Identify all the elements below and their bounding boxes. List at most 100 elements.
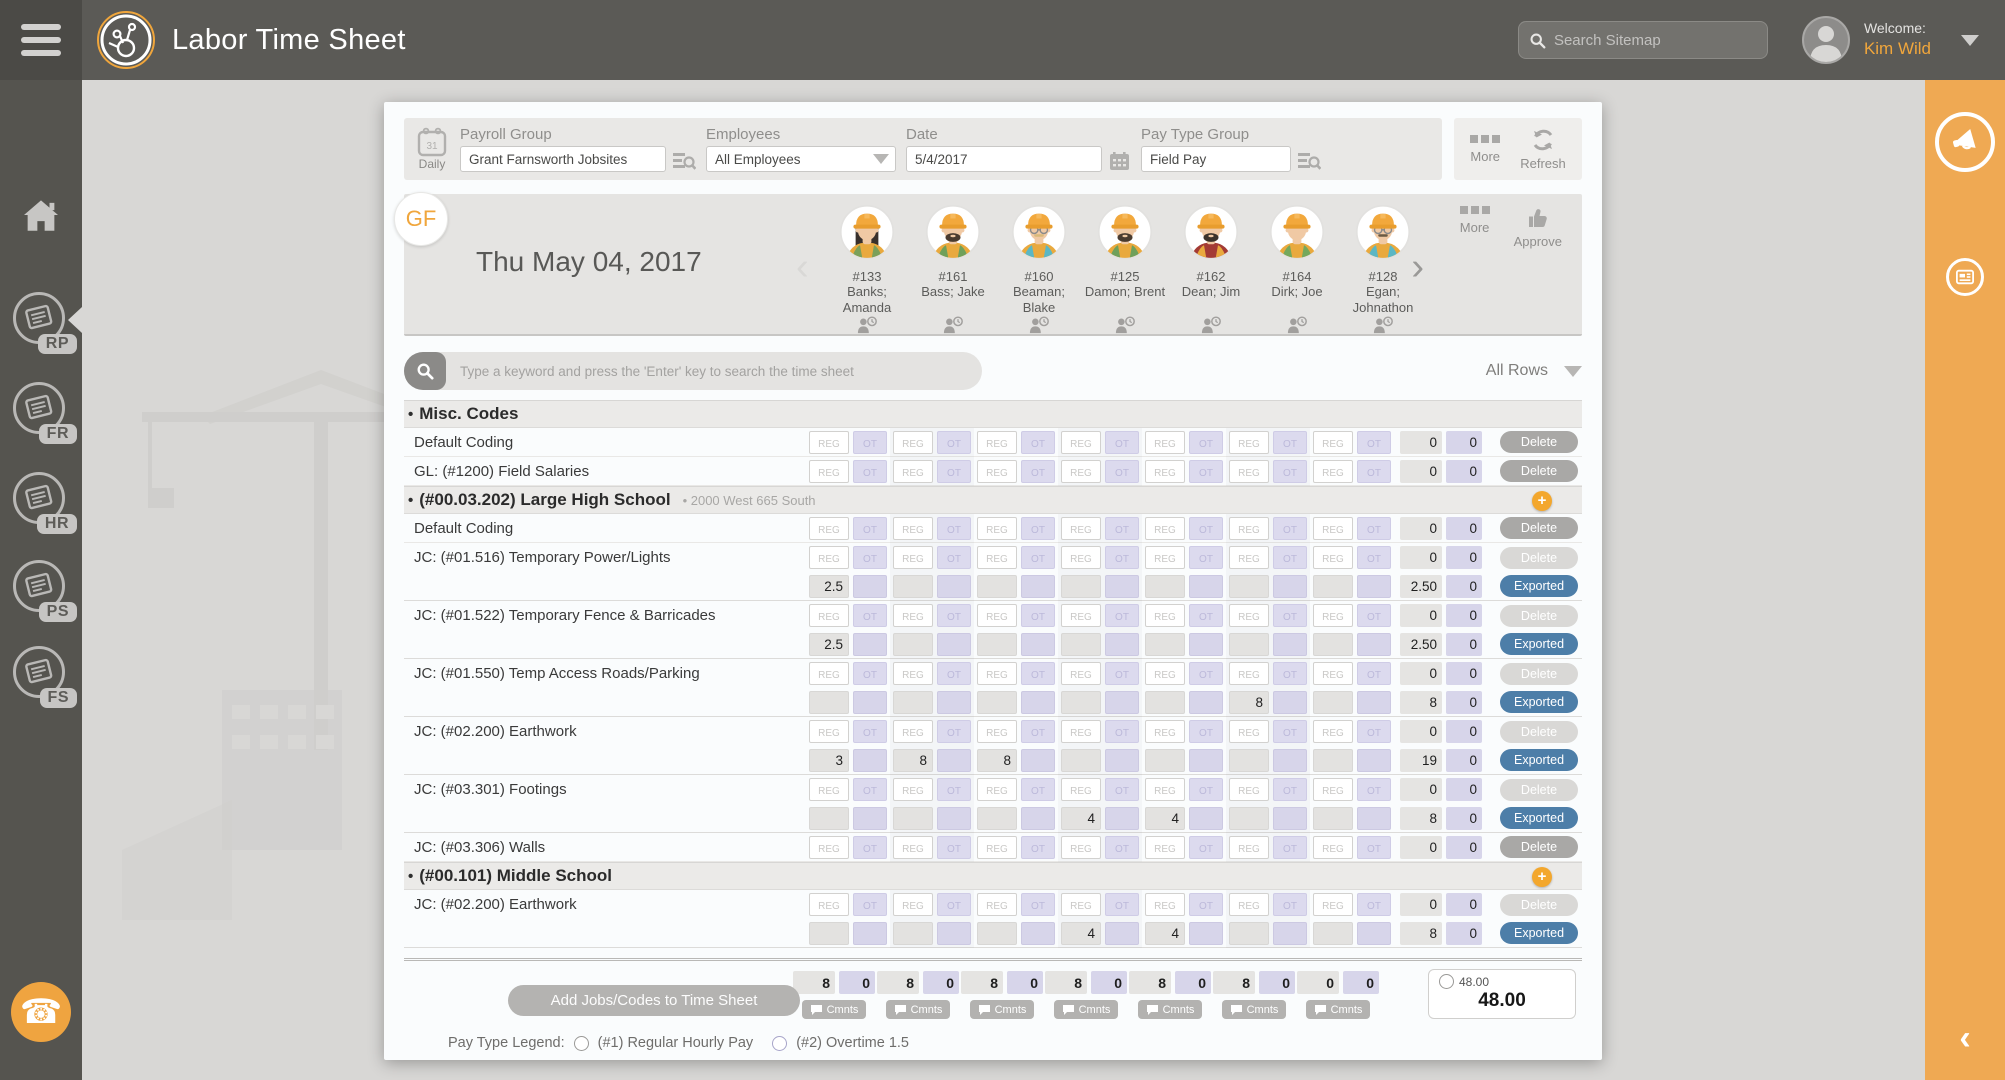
exported-badge[interactable]: Exported	[1500, 922, 1578, 944]
reg-hours-input[interactable]	[893, 720, 933, 743]
reg-hours-input[interactable]	[893, 546, 933, 569]
reg-hours-input[interactable]	[977, 720, 1017, 743]
approve-button[interactable]: Approve	[1514, 206, 1562, 249]
employee-column[interactable]: #160Beaman; Blake	[996, 204, 1082, 340]
ot-hours-input[interactable]	[1273, 460, 1307, 483]
ot-hours-input[interactable]	[1021, 720, 1055, 743]
ot-hours-input[interactable]	[853, 778, 887, 801]
ot-hours-input[interactable]	[1105, 431, 1139, 454]
ot-hours-input[interactable]	[1273, 836, 1307, 859]
reg-hours-input[interactable]	[809, 778, 849, 801]
add-jobs-button[interactable]: Add Jobs/Codes to Time Sheet	[508, 985, 800, 1016]
ot-hours-input[interactable]	[1105, 517, 1139, 540]
ot-hours-input[interactable]	[1021, 836, 1055, 859]
comments-button[interactable]: Cmnts	[1306, 1000, 1371, 1019]
reg-hours-input[interactable]	[809, 460, 849, 483]
ot-hours-input[interactable]	[1021, 604, 1055, 627]
reg-hours-input[interactable]	[977, 546, 1017, 569]
rows-filter-select[interactable]: All Rows	[1486, 362, 1582, 380]
delete-row-button[interactable]: Delete	[1500, 460, 1578, 482]
reg-hours-input[interactable]	[1313, 460, 1353, 483]
employee-avatar[interactable]	[910, 204, 996, 265]
reg-hours-input[interactable]	[1229, 431, 1269, 454]
reg-hours-input[interactable]	[1145, 546, 1185, 569]
reg-hours-input[interactable]	[1313, 546, 1353, 569]
employee-avatar[interactable]	[1168, 204, 1254, 265]
reg-hours-input[interactable]	[893, 604, 933, 627]
ot-hours-input[interactable]	[1189, 720, 1223, 743]
assign-time-icon[interactable]	[910, 315, 996, 340]
reg-hours-input[interactable]	[809, 662, 849, 685]
employee-column[interactable]: #164Dirk; Joe	[1254, 204, 1340, 340]
reg-hours-input[interactable]	[1061, 517, 1101, 540]
filter-more-button[interactable]: More	[1470, 135, 1500, 164]
ot-hours-input[interactable]	[937, 604, 971, 627]
employee-column[interactable]: #125Damon; Brent	[1082, 204, 1168, 340]
reg-hours-input[interactable]	[893, 662, 933, 685]
ot-hours-input[interactable]	[1357, 836, 1391, 859]
reg-hours-input[interactable]	[1061, 546, 1101, 569]
reg-hours-input[interactable]	[1061, 778, 1101, 801]
payroll-group-input[interactable]	[460, 146, 666, 172]
reg-hours-input[interactable]	[1229, 893, 1269, 916]
ot-hours-input[interactable]	[853, 836, 887, 859]
ot-hours-input[interactable]	[937, 431, 971, 454]
reg-hours-input[interactable]	[1313, 604, 1353, 627]
reg-hours-input[interactable]	[1313, 720, 1353, 743]
reg-hours-input[interactable]	[809, 546, 849, 569]
reg-hours-input[interactable]	[977, 604, 1017, 627]
ot-hours-input[interactable]	[1273, 662, 1307, 685]
ot-hours-input[interactable]	[1189, 431, 1223, 454]
sidebar-item-ps[interactable]: PS	[0, 560, 82, 616]
ot-hours-input[interactable]	[853, 662, 887, 685]
ot-hours-input[interactable]	[853, 460, 887, 483]
employee-avatar[interactable]	[1082, 204, 1168, 265]
ot-hours-input[interactable]	[1273, 604, 1307, 627]
ot-hours-input[interactable]	[937, 778, 971, 801]
employee-avatar[interactable]	[1254, 204, 1340, 265]
reg-hours-input[interactable]	[1061, 720, 1101, 743]
comments-button[interactable]: Cmnts	[802, 1000, 867, 1019]
ot-hours-input[interactable]	[1189, 836, 1223, 859]
ot-hours-input[interactable]	[1021, 546, 1055, 569]
view-mode[interactable]: 31 Daily	[416, 127, 448, 171]
ot-hours-input[interactable]	[1273, 431, 1307, 454]
ot-hours-input[interactable]	[1105, 460, 1139, 483]
calendar-picker-icon[interactable]	[1108, 150, 1131, 172]
reg-hours-input[interactable]	[1061, 836, 1101, 859]
ot-hours-input[interactable]	[1357, 604, 1391, 627]
employee-avatar[interactable]	[996, 204, 1082, 265]
ot-hours-input[interactable]	[1273, 893, 1307, 916]
assign-time-icon[interactable]	[996, 315, 1082, 340]
ot-hours-input[interactable]	[853, 720, 887, 743]
reg-hours-input[interactable]	[893, 836, 933, 859]
ot-hours-input[interactable]	[1357, 778, 1391, 801]
comments-button[interactable]: Cmnts	[886, 1000, 951, 1019]
reg-hours-input[interactable]	[1061, 460, 1101, 483]
date-input[interactable]	[906, 146, 1102, 172]
ot-hours-input[interactable]	[853, 517, 887, 540]
comments-button[interactable]: Cmnts	[1222, 1000, 1287, 1019]
search-button[interactable]	[404, 352, 446, 390]
ot-hours-input[interactable]	[1105, 662, 1139, 685]
sidebar-item-rp[interactable]: RP	[0, 292, 82, 348]
ot-hours-input[interactable]	[1273, 546, 1307, 569]
ot-hours-input[interactable]	[1189, 517, 1223, 540]
reg-hours-input[interactable]	[809, 604, 849, 627]
assign-time-icon[interactable]	[824, 315, 910, 340]
exported-badge[interactable]: Exported	[1500, 633, 1578, 655]
ot-hours-input[interactable]	[937, 546, 971, 569]
reg-hours-input[interactable]	[893, 460, 933, 483]
sidebar-item-fr[interactable]: FR	[0, 382, 82, 438]
timesheet-search-input[interactable]	[446, 364, 982, 379]
user-menu-caret-icon[interactable]	[1961, 35, 1979, 46]
employee-avatar[interactable]	[824, 204, 910, 265]
assign-time-icon[interactable]	[1082, 315, 1168, 340]
reg-hours-input[interactable]	[1061, 431, 1101, 454]
reg-hours-input[interactable]	[1229, 517, 1269, 540]
reg-hours-input[interactable]	[1061, 604, 1101, 627]
reg-hours-input[interactable]	[1313, 893, 1353, 916]
exported-badge[interactable]: Exported	[1500, 575, 1578, 597]
reg-hours-input[interactable]	[1145, 431, 1185, 454]
ot-hours-input[interactable]	[1021, 460, 1055, 483]
